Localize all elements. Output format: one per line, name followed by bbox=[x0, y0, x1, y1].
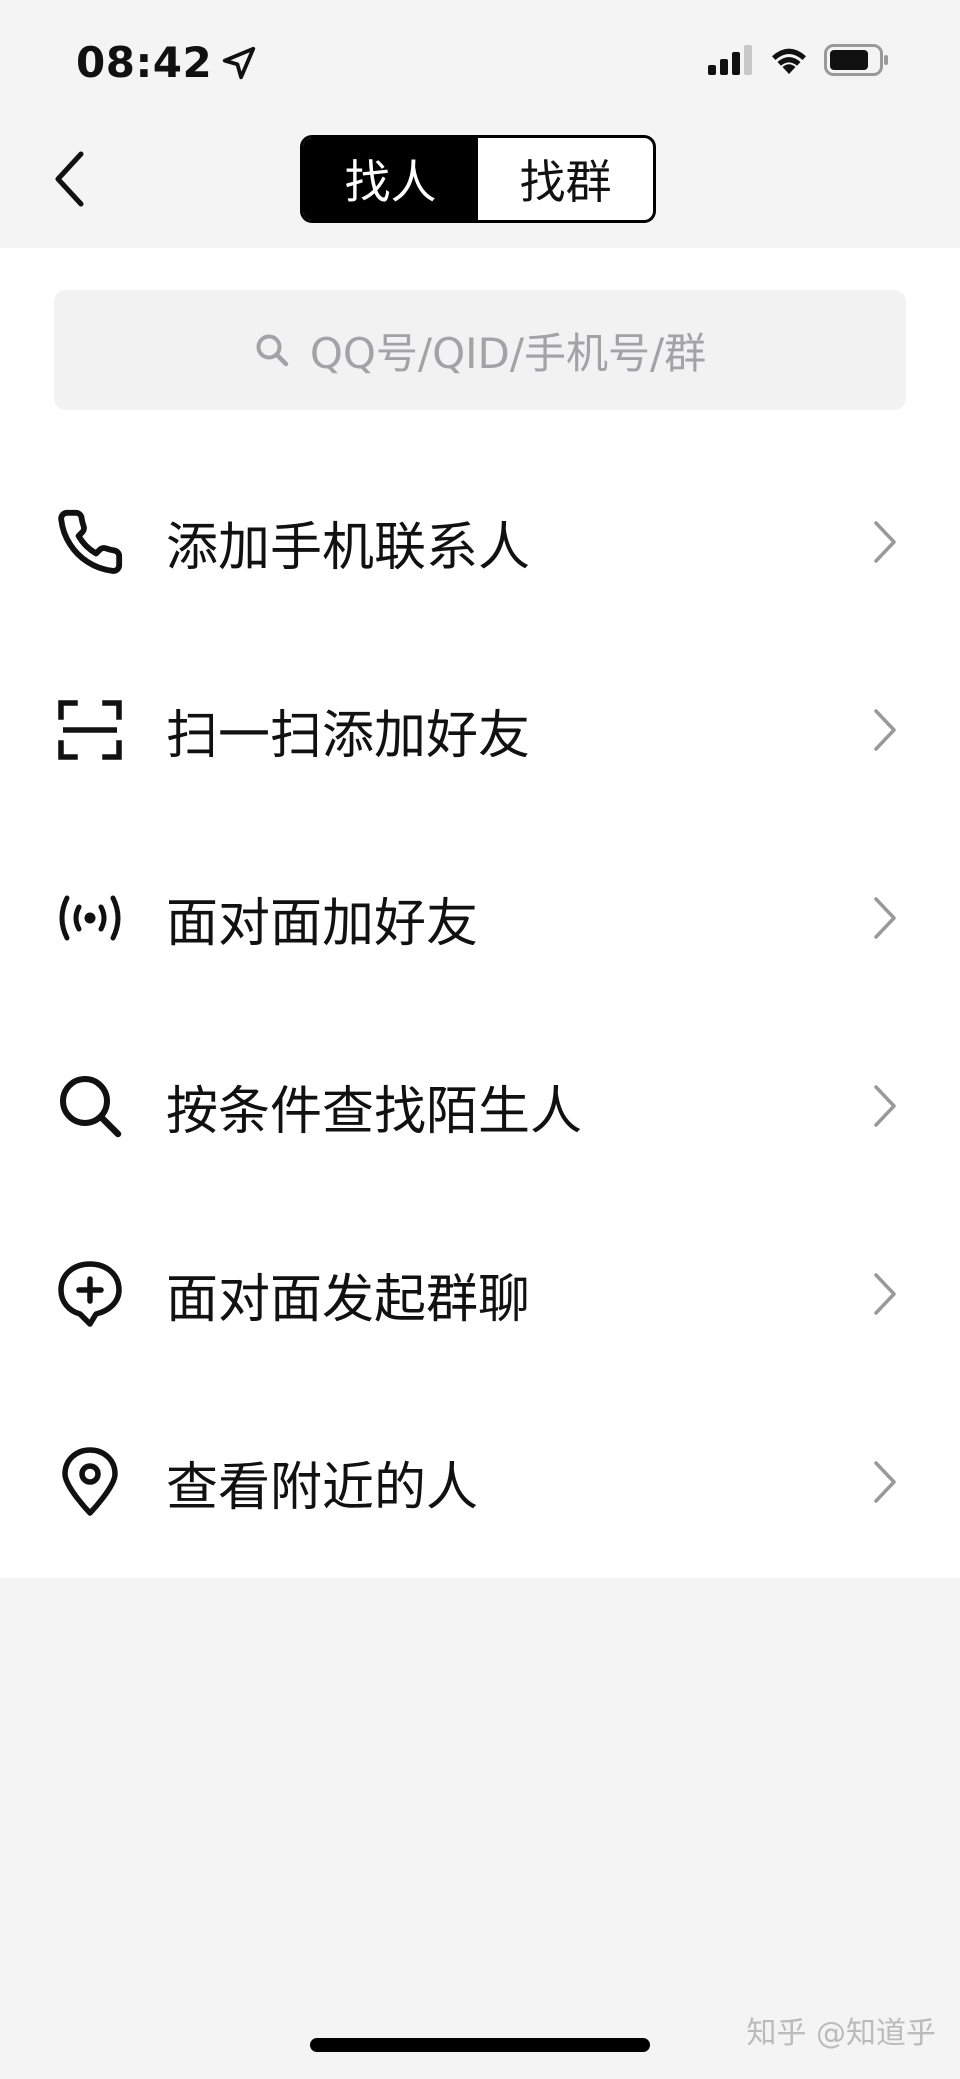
menu-item-label: 面对面加好友 bbox=[166, 893, 479, 954]
menu-item-nearby-people[interactable]: 查看附近的人 bbox=[0, 1388, 960, 1576]
phone-icon bbox=[54, 506, 126, 578]
menu-list: 添加手机联系人 扫一扫添加好友 面对面加好友 按条件查找陌生人 面对面发起群聊 … bbox=[0, 448, 960, 1576]
main-content: QQ号/QID/手机号/群 添加手机联系人 扫一扫添加好友 面对面加好友 按条件… bbox=[0, 248, 960, 1578]
home-indicator[interactable] bbox=[310, 2038, 650, 2052]
menu-item-label: 添加手机联系人 bbox=[166, 517, 531, 578]
search-icon bbox=[256, 334, 289, 367]
search-placeholder: QQ号/QID/手机号/群 bbox=[309, 328, 707, 378]
menu-item-label: 按条件查找陌生人 bbox=[166, 1081, 583, 1142]
chat-add-icon bbox=[54, 1258, 126, 1330]
broadcast-icon bbox=[54, 882, 126, 954]
tab-find-people[interactable]: 找人 bbox=[303, 138, 478, 220]
menu-item-label: 查看附近的人 bbox=[166, 1457, 479, 1518]
search-icon bbox=[54, 1070, 126, 1142]
chevron-right-icon bbox=[872, 705, 902, 755]
chevron-right-icon bbox=[872, 517, 902, 567]
tab-find-groups[interactable]: 找群 bbox=[478, 138, 653, 220]
menu-item-search-strangers[interactable]: 按条件查找陌生人 bbox=[0, 1012, 960, 1200]
status-time: 08:42 bbox=[76, 38, 258, 87]
cellular-signal-icon bbox=[708, 45, 752, 75]
menu-item-label: 扫一扫添加好友 bbox=[166, 705, 531, 766]
battery-icon bbox=[824, 44, 888, 76]
location-arrow-icon bbox=[223, 46, 256, 79]
status-time-text: 08:42 bbox=[76, 38, 213, 87]
watermark: 知乎 @知道乎 bbox=[746, 2016, 936, 2051]
chevron-left-icon bbox=[55, 151, 84, 207]
menu-item-face-to-face-add[interactable]: 面对面加好友 bbox=[0, 824, 960, 1012]
chevron-right-icon bbox=[872, 1269, 902, 1319]
back-button[interactable] bbox=[44, 146, 94, 212]
scan-icon bbox=[54, 694, 126, 766]
wifi-icon bbox=[772, 48, 806, 74]
nav-bar: 找人 找群 bbox=[0, 120, 960, 248]
segmented-control: 找人 找群 bbox=[300, 135, 656, 223]
menu-item-start-group-chat[interactable]: 面对面发起群聊 bbox=[0, 1200, 960, 1388]
menu-item-scan-add-friend[interactable]: 扫一扫添加好友 bbox=[0, 636, 960, 824]
chevron-right-icon bbox=[872, 893, 902, 943]
chevron-right-icon bbox=[872, 1081, 902, 1131]
menu-item-add-phone-contacts[interactable]: 添加手机联系人 bbox=[0, 448, 960, 636]
search-input[interactable]: QQ号/QID/手机号/群 bbox=[54, 290, 906, 410]
menu-item-label: 面对面发起群聊 bbox=[166, 1269, 531, 1330]
location-pin-icon bbox=[54, 1446, 126, 1518]
status-bar: 08:42 bbox=[0, 0, 960, 120]
status-icons bbox=[708, 44, 890, 76]
chevron-right-icon bbox=[872, 1457, 902, 1507]
